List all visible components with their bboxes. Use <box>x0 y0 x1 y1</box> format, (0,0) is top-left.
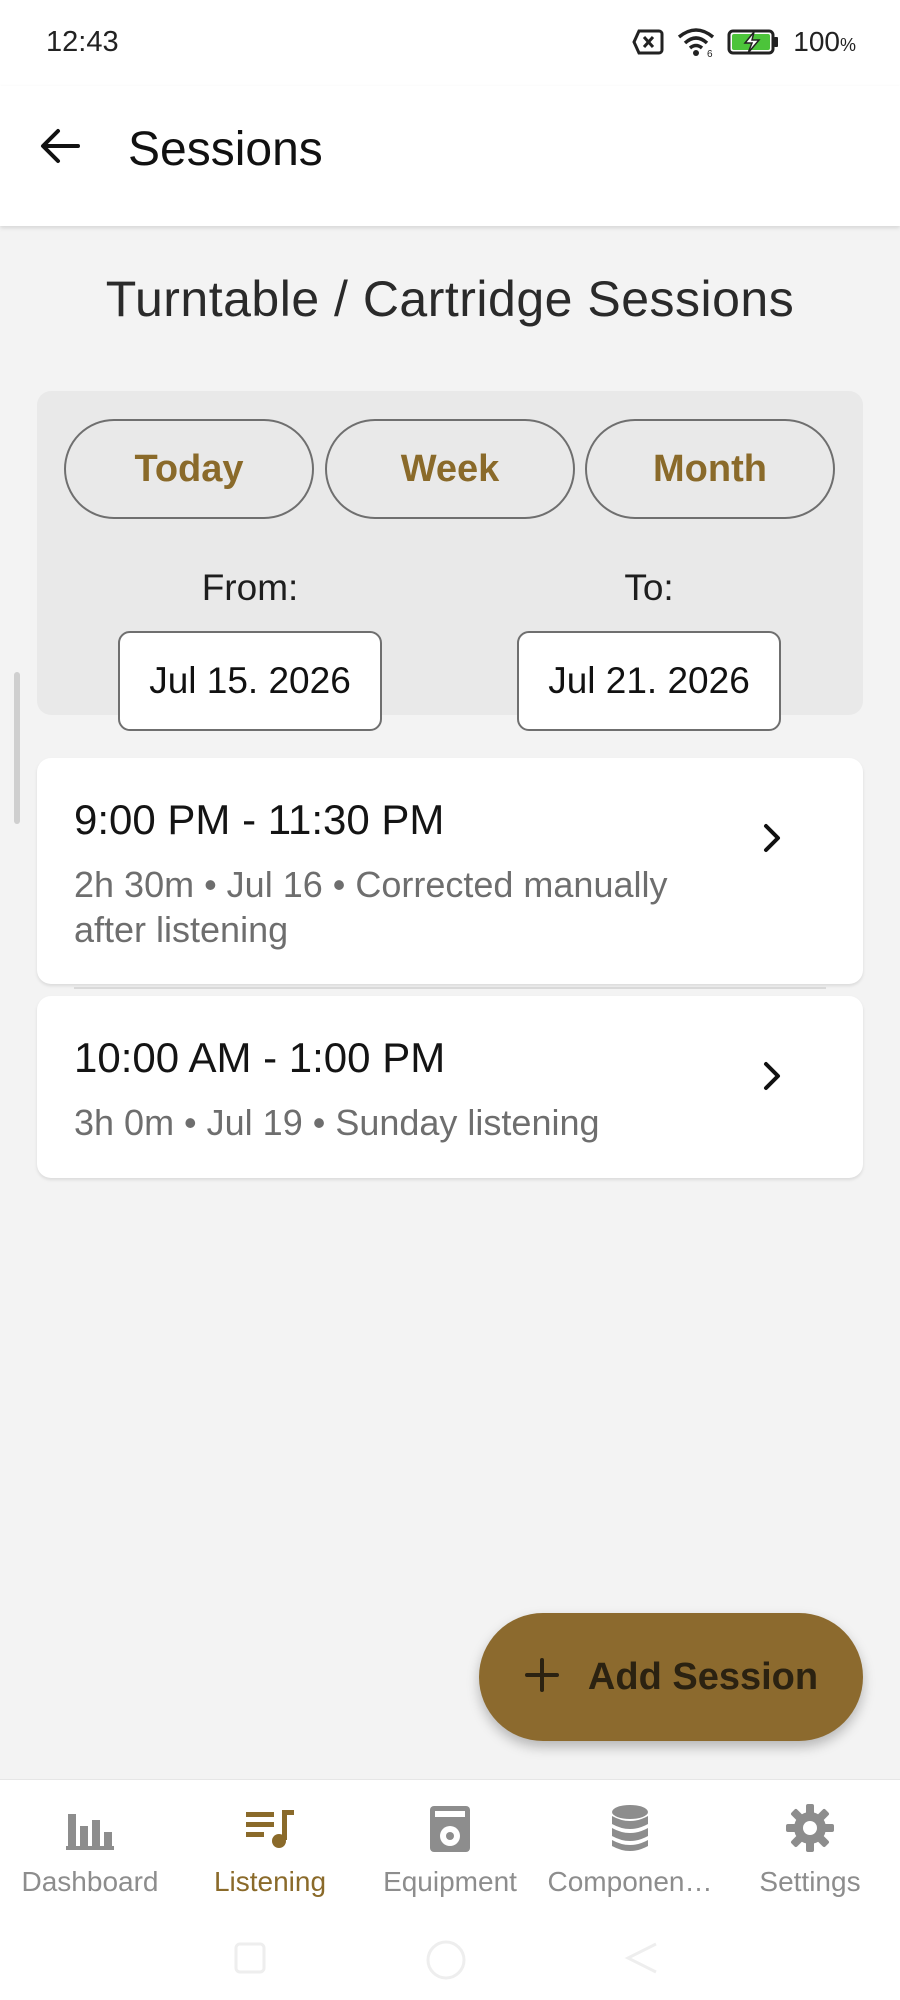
battery-level: 100% <box>793 26 856 57</box>
chevron-right-icon <box>761 820 785 856</box>
date-filter-panel: Today Week Month From: To: Jul 15. 2026 … <box>37 391 863 731</box>
nav-item-settings[interactable]: Settings <box>720 1800 900 1910</box>
scroll-indicator[interactable] <box>14 672 20 824</box>
session-card[interactable]: 10:00 AM - 1:00 PM 3h 0m • Jul 19 • Sund… <box>37 996 863 1178</box>
plus-icon <box>524 1657 560 1698</box>
app-bar: Sessions <box>0 86 900 226</box>
svg-text:6: 6 <box>707 49 713 57</box>
today-button[interactable]: Today <box>64 419 314 519</box>
list-divider <box>74 987 826 989</box>
bar-chart-icon <box>62 1800 118 1856</box>
nav-item-components[interactable]: Componen… <box>540 1800 720 1910</box>
nav-item-equipment[interactable]: Equipment <box>360 1800 540 1910</box>
nav-item-dashboard[interactable]: Dashboard <box>0 1800 180 1910</box>
to-date-field[interactable]: Jul 21. 2026 <box>517 631 781 731</box>
status-bar: 12:43 6 100% <box>0 0 900 86</box>
recent-apps-button[interactable] <box>232 1940 268 1981</box>
no-sim-icon <box>631 28 665 56</box>
nav-label-dashboard: Dashboard <box>21 1866 159 1897</box>
nav-label-equipment: Equipment <box>383 1866 517 1897</box>
session-details: 2h 30m • Jul 16 • Corrected manually aft… <box>74 864 668 950</box>
session-details: 3h 0m • Jul 19 • Sunday listening <box>74 1102 600 1143</box>
home-button[interactable] <box>424 1940 468 1989</box>
gear-icon <box>782 1800 838 1856</box>
session-time-range: 9:00 PM - 11:30 PM <box>74 796 445 843</box>
database-icon <box>602 1800 658 1856</box>
back-button[interactable] <box>30 118 90 178</box>
session-time-range: 10:00 AM - 1:00 PM <box>74 1034 446 1081</box>
wifi-icon: 6 <box>677 27 715 57</box>
nav-label-components: Componen… <box>547 1866 713 1897</box>
chevron-right-icon <box>761 1058 785 1094</box>
status-time: 12:43 <box>46 26 119 58</box>
arrow-back-icon <box>38 126 82 171</box>
month-button[interactable]: Month <box>585 419 835 519</box>
nav-item-listening[interactable]: Listening <box>180 1800 360 1910</box>
week-button[interactable]: Week <box>325 419 575 519</box>
add-session-button[interactable]: Add Session <box>479 1613 863 1741</box>
nav-label-listening: Listening <box>213 1866 327 1897</box>
back-nav-button[interactable] <box>624 1940 660 1981</box>
nav-label-settings: Settings <box>759 1866 861 1897</box>
session-card[interactable]: 9:00 PM - 11:30 PM 2h 30m • Jul 16 • Cor… <box>37 758 863 984</box>
status-icons: 6 100% <box>631 24 856 60</box>
add-session-label: Add Session <box>587 1655 819 1698</box>
from-label: From: <box>201 567 299 608</box>
system-navigation <box>0 1920 900 2000</box>
from-date-field[interactable]: Jul 15. 2026 <box>118 631 382 731</box>
app-title: Sessions <box>128 123 323 176</box>
page-heading: Turntable / Cartridge Sessions <box>105 271 795 327</box>
music-list-icon <box>242 1800 298 1856</box>
to-label: To: <box>624 567 674 608</box>
equipment-icon <box>422 1800 478 1856</box>
battery-charging-icon <box>727 28 781 56</box>
